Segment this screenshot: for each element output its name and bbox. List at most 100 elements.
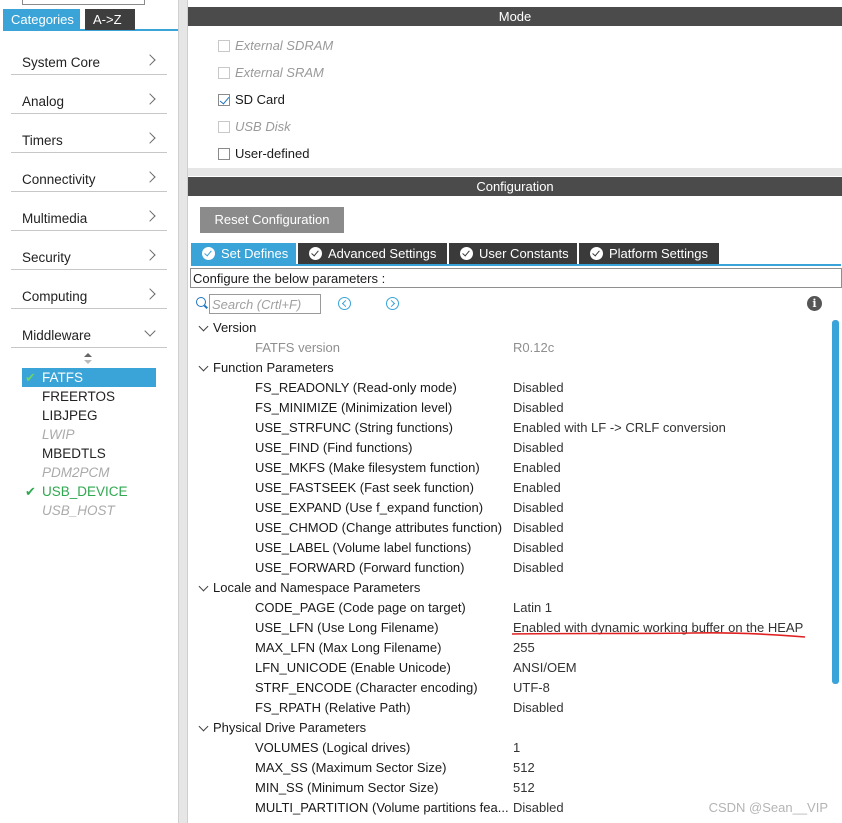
param-value[interactable]: Disabled — [513, 798, 564, 818]
panel-splitter[interactable] — [178, 0, 188, 823]
scrollbar-thumb[interactable] — [832, 320, 839, 684]
search-input[interactable] — [209, 294, 321, 314]
chevron-down-icon[interactable] — [198, 361, 209, 372]
param-value[interactable]: Disabled — [513, 698, 564, 718]
param-value[interactable]: Enabled — [513, 478, 561, 498]
tab-a-z[interactable]: A->Z — [85, 9, 135, 30]
category-multimedia[interactable]: Multimedia — [11, 192, 167, 231]
middleware-item-usb-host[interactable]: USB_HOST — [22, 501, 156, 520]
param-value[interactable]: Disabled — [513, 498, 564, 518]
tree-group-function-parameters[interactable]: Function Parameters — [188, 358, 828, 378]
tree-group-version[interactable]: Version — [188, 318, 828, 338]
tree-param-row[interactable]: FS_READONLY (Read-only mode) Disabled — [188, 378, 828, 398]
tree-param-row[interactable]: FS_RPATH (Relative Path) Disabled — [188, 698, 828, 718]
param-name: LFN_UNICODE (Enable Unicode) — [255, 660, 451, 675]
param-name: USE_STRFUNC (String functions) — [255, 420, 453, 435]
category-label: Middleware — [22, 328, 92, 343]
param-value[interactable]: Disabled — [513, 558, 564, 578]
chevron-right-icon — [144, 171, 156, 183]
middleware-item-mbedtls[interactable]: MBEDTLS — [22, 444, 156, 463]
middleware-item-lwip[interactable]: LWIP — [22, 425, 156, 444]
middleware-item-usb-device[interactable]: ✔ USB_DEVICE — [22, 482, 156, 501]
param-value[interactable]: 255 — [513, 638, 535, 658]
category-analog[interactable]: Analog — [11, 75, 167, 114]
tree-param-row[interactable]: USE_CHMOD (Change attributes function) D… — [188, 518, 828, 538]
section-divider — [188, 168, 842, 176]
chevron-right-icon — [144, 288, 156, 300]
param-value[interactable]: Enabled — [513, 458, 561, 478]
category-computing[interactable]: Computing — [11, 270, 167, 309]
chevron-down-icon[interactable] — [198, 581, 209, 592]
tree-param-row[interactable]: USE_EXPAND (Use f_expand function) Disab… — [188, 498, 828, 518]
tree-param-row[interactable]: USE_FASTSEEK (Fast seek function) Enable… — [188, 478, 828, 498]
category-security[interactable]: Security — [11, 231, 167, 270]
tab-user-constants[interactable]: User Constants — [449, 243, 577, 264]
tree-param-row[interactable]: LFN_UNICODE (Enable Unicode) ANSI/OEM — [188, 658, 828, 678]
tree-param-row[interactable]: MAX_LFN (Max Long Filename) 255 — [188, 638, 828, 658]
checkbox[interactable] — [218, 148, 230, 160]
middleware-item-label: USB_HOST — [42, 503, 115, 518]
middleware-item-freertos[interactable]: FREERTOS — [22, 387, 156, 406]
param-name: USE_FORWARD (Forward function) — [255, 560, 465, 575]
vertical-scrollbar[interactable] — [830, 318, 842, 823]
category-middleware[interactable]: Middleware — [11, 309, 167, 348]
tree-param-row[interactable]: USE_MKFS (Make filesystem function) Enab… — [188, 458, 828, 478]
chevron-right-icon — [144, 210, 156, 222]
middleware-item-pdm2pcm[interactable]: PDM2PCM — [22, 463, 156, 482]
param-value[interactable]: Disabled — [513, 518, 564, 538]
param-value[interactable]: Enabled with LF -> CRLF conversion — [513, 418, 726, 438]
category-system-core[interactable]: System Core — [11, 36, 167, 75]
param-value[interactable]: UTF-8 — [513, 678, 550, 698]
chevron-down-icon[interactable] — [198, 721, 209, 732]
category-connectivity[interactable]: Connectivity — [11, 153, 167, 192]
param-value[interactable]: 512 — [513, 778, 535, 798]
param-value[interactable]: 1 — [513, 738, 520, 758]
category-search-input[interactable] — [22, 0, 145, 5]
checkbox-checked[interactable] — [218, 94, 230, 106]
reset-configuration-button[interactable]: Reset Configuration — [200, 207, 344, 233]
param-name: USE_LABEL (Volume label functions) — [255, 540, 472, 555]
tree-param-row[interactable]: FS_MINIMIZE (Minimization level) Disable… — [188, 398, 828, 418]
param-value[interactable]: Disabled — [513, 398, 564, 418]
param-value[interactable]: Disabled — [513, 438, 564, 458]
param-value[interactable]: Disabled — [513, 538, 564, 558]
tab-set-defines[interactable]: Set Defines — [191, 243, 296, 264]
category-timers[interactable]: Timers — [11, 114, 167, 153]
tree-param-row[interactable]: STRF_ENCODE (Character encoding) UTF-8 — [188, 678, 828, 698]
tree-param-row[interactable]: MIN_SS (Minimum Sector Size) 512 — [188, 778, 828, 798]
tree-param-row[interactable]: CODE_PAGE (Code page on target) Latin 1 — [188, 598, 828, 618]
tree-param-row[interactable]: USE_STRFUNC (String functions) Enabled w… — [188, 418, 828, 438]
param-value[interactable]: 512 — [513, 758, 535, 778]
mode-option-label: User-defined — [235, 146, 310, 161]
mode-option-sd-card[interactable]: SD Card — [218, 91, 285, 109]
middleware-item-libjpeg[interactable]: LIBJPEG — [22, 406, 156, 425]
tab-categories[interactable]: Categories — [3, 9, 80, 30]
param-value[interactable]: Latin 1 — [513, 598, 552, 618]
chevron-down-icon[interactable] — [198, 321, 209, 332]
tab-label: Set Defines — [221, 246, 289, 261]
tree-group-physical-drive[interactable]: Physical Drive Parameters — [188, 718, 828, 738]
mode-option-user-defined[interactable]: User-defined — [218, 145, 309, 163]
param-value[interactable]: Disabled — [513, 378, 564, 398]
tab-label: User Constants — [479, 246, 569, 261]
tab-platform-settings[interactable]: Platform Settings — [579, 243, 719, 264]
group-label: Physical Drive Parameters — [213, 720, 367, 735]
sort-icon[interactable] — [84, 353, 92, 364]
tree-param-row[interactable]: FATFS version R0.12c — [188, 338, 828, 358]
category-label: System Core — [22, 55, 101, 70]
middleware-item-label: FATFS — [42, 370, 84, 385]
tab-advanced-settings[interactable]: Advanced Settings — [298, 243, 447, 264]
tree-param-row[interactable]: USE_LABEL (Volume label functions) Disab… — [188, 538, 828, 558]
category-label: Timers — [22, 133, 63, 148]
tree-group-locale-namespace[interactable]: Locale and Namespace Parameters — [188, 578, 828, 598]
check-circle-icon — [590, 247, 603, 260]
tree-param-row[interactable]: VOLUMES (Logical drives) 1 — [188, 738, 828, 758]
middleware-item-fatfs[interactable]: ✔ FATFS — [22, 368, 156, 387]
tree-param-row[interactable]: USE_FIND (Find functions) Disabled — [188, 438, 828, 458]
info-icon[interactable]: i — [807, 296, 822, 311]
tree-param-row[interactable]: MAX_SS (Maximum Sector Size) 512 — [188, 758, 828, 778]
tree-param-row[interactable]: USE_FORWARD (Forward function) Disabled — [188, 558, 828, 578]
previous-result-icon[interactable] — [338, 297, 351, 310]
next-result-icon[interactable] — [386, 297, 399, 310]
param-value[interactable]: ANSI/OEM — [513, 658, 577, 678]
